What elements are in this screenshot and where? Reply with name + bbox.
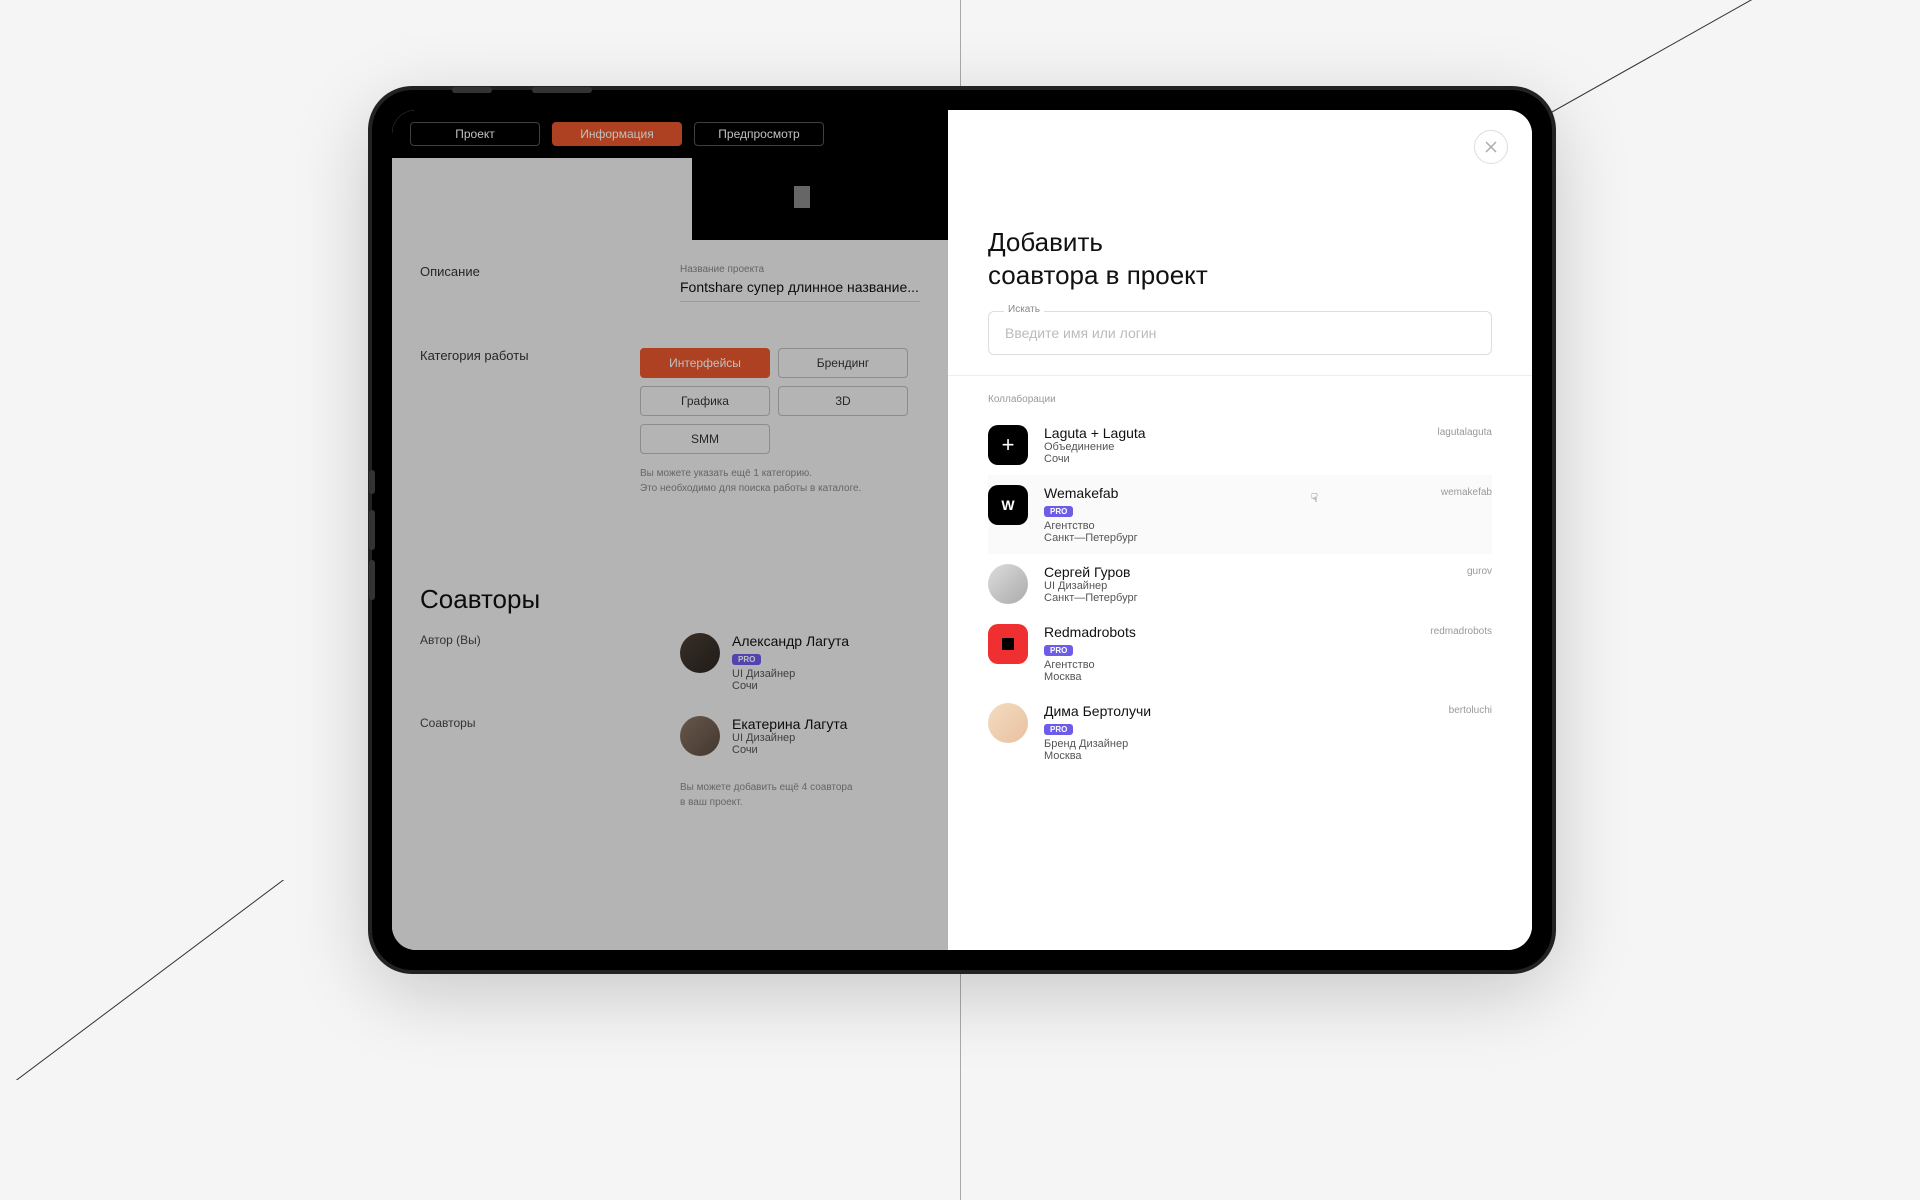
- collab-name: Redmadrobots: [1044, 624, 1414, 640]
- collab-item-gurov[interactable]: Сергей Гуров UI Дизайнер Санкт—Петербург…: [988, 554, 1492, 614]
- collab-type: Бренд Дизайнер: [1044, 738, 1433, 750]
- decorative-line: [0, 880, 400, 1080]
- editor-panel: Проект Информация Предпросмотр Описание …: [392, 110, 948, 950]
- collab-type: Агентство: [1044, 659, 1414, 671]
- close-icon: [1485, 141, 1497, 153]
- search-label: Искать: [1004, 304, 1044, 315]
- tablet-button: [532, 87, 592, 93]
- tablet-button: [369, 560, 375, 600]
- collab-name: Дима Бертолучи: [1044, 703, 1433, 719]
- collab-name: Laguta + Laguta: [1044, 425, 1422, 441]
- search-field[interactable]: Искать: [988, 311, 1492, 355]
- search-input[interactable]: [988, 311, 1492, 355]
- collab-type: Объединение: [1044, 441, 1422, 453]
- logo-icon: [988, 624, 1028, 664]
- cursor-icon: ☟: [1311, 491, 1318, 505]
- add-coauthor-modal: Добавить соавтора в проект Искать Коллаб…: [948, 110, 1532, 950]
- collab-city: Москва: [1044, 750, 1433, 762]
- avatar: [988, 564, 1028, 604]
- collab-username: lagutalaguta: [1438, 425, 1493, 438]
- collab-username: gurov: [1467, 564, 1492, 577]
- collab-city: Санкт—Петербург: [1044, 592, 1451, 604]
- collab-item-laguta[interactable]: + Laguta + Laguta Объединение Сочи lagut…: [988, 415, 1492, 475]
- collab-username: bertoluchi: [1449, 703, 1492, 716]
- tablet-button: [452, 87, 492, 93]
- collab-item-dima[interactable]: Дима Бертолучи PRO Бренд Дизайнер Москва…: [988, 693, 1492, 772]
- collab-city: Санкт—Петербург: [1044, 532, 1425, 544]
- collab-name: Wemakefab: [1044, 485, 1425, 501]
- collab-type: UI Дизайнер: [1044, 580, 1451, 592]
- collab-city: Сочи: [1044, 453, 1422, 465]
- avatar: [988, 703, 1028, 743]
- tablet-frame: Проект Информация Предпросмотр Описание …: [372, 90, 1552, 970]
- modal-title: Добавить соавтора в проект: [988, 226, 1492, 291]
- tablet-screen: Проект Информация Предпросмотр Описание …: [392, 110, 1532, 950]
- collab-name: Сергей Гуров: [1044, 564, 1451, 580]
- collab-item-redmadrobots[interactable]: Redmadrobots PRO Агентство Москва redmad…: [988, 614, 1492, 693]
- pro-badge: PRO: [1044, 506, 1073, 517]
- plus-icon: +: [988, 425, 1028, 465]
- pro-badge: PRO: [1044, 645, 1073, 656]
- collab-username: redmadrobots: [1430, 624, 1492, 637]
- collab-heading: Коллаборации: [988, 394, 1492, 405]
- pro-badge: PRO: [1044, 724, 1073, 735]
- tablet-button: [369, 470, 375, 494]
- collab-item-wemakefab[interactable]: W Wemakefab PRO Агентство Санкт—Петербур…: [988, 475, 1492, 554]
- collab-username: wemakefab: [1441, 485, 1492, 498]
- collab-type: Агентство: [1044, 520, 1425, 532]
- collab-city: Москва: [1044, 671, 1414, 683]
- close-button[interactable]: [1474, 130, 1508, 164]
- logo-icon: W: [988, 485, 1028, 525]
- tablet-button: [369, 510, 375, 550]
